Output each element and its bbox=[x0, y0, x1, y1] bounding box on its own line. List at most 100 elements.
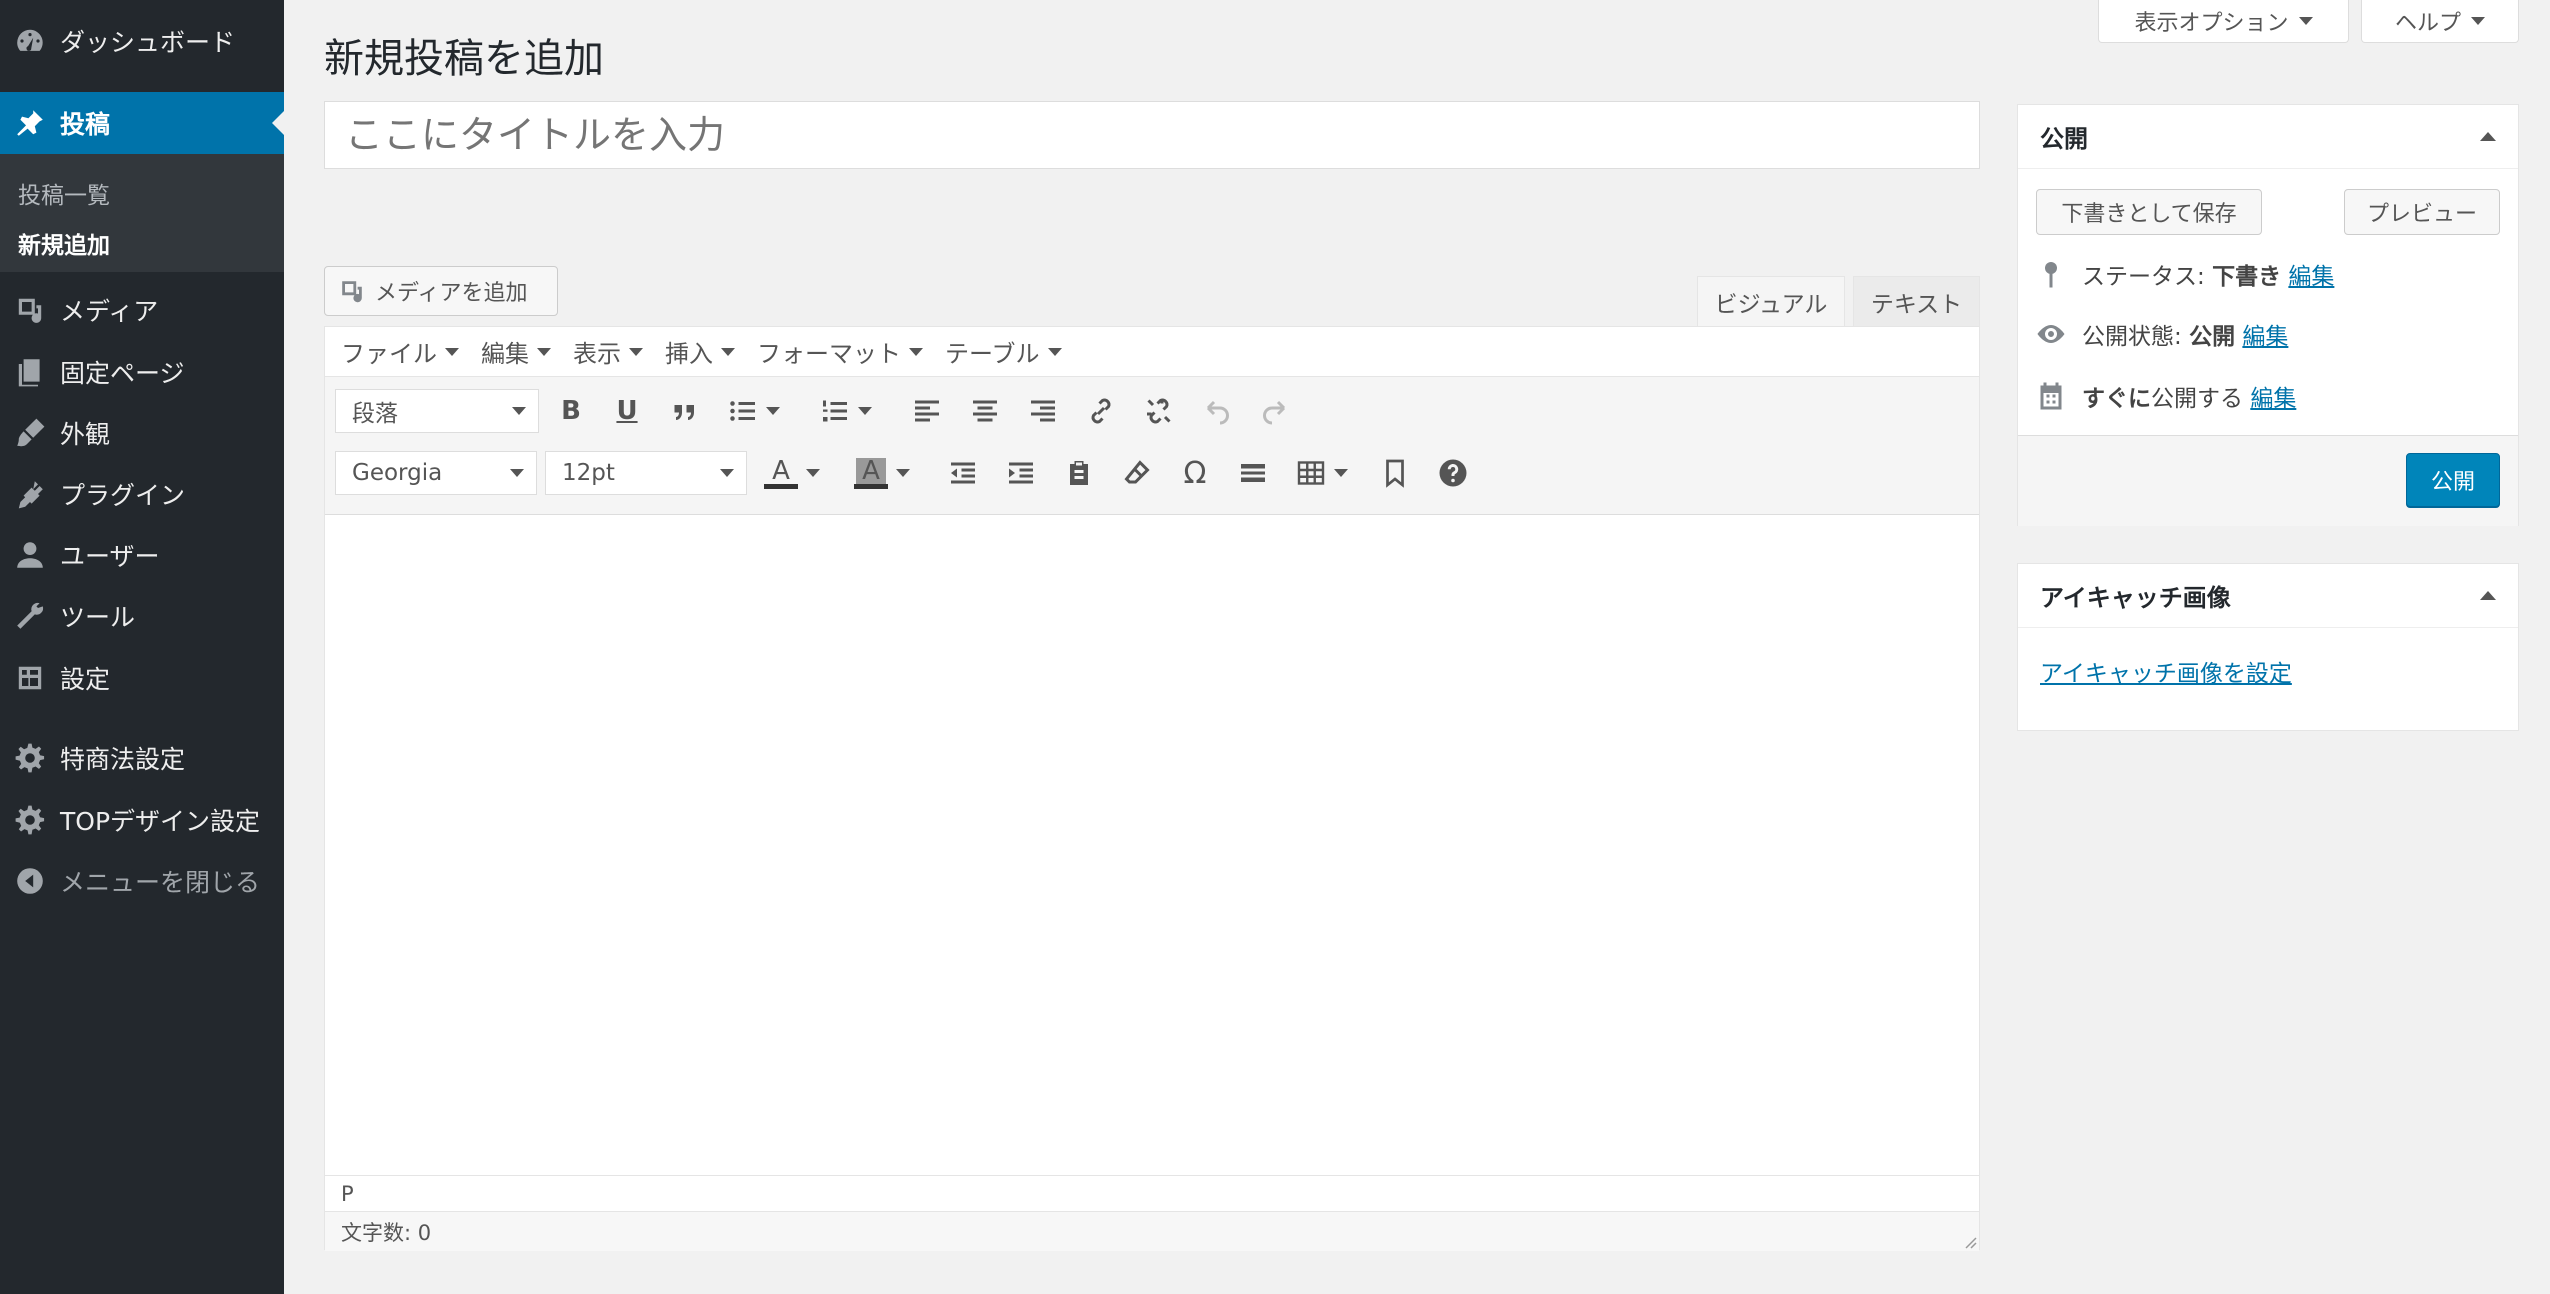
featured-image-box: アイキャッチ画像 アイキャッチ画像を設定 bbox=[2017, 563, 2519, 731]
pin-icon bbox=[2045, 262, 2057, 288]
menu-item-top-design[interactable]: TOPデザイン設定 bbox=[0, 789, 284, 851]
element-path-text[interactable]: P bbox=[341, 1182, 354, 1206]
menu-item-users[interactable]: ユーザー bbox=[0, 524, 284, 586]
publish-box: 公開 下書きとして保存 プレビュー ステータス: 下書き 編集 公開状態: 公開… bbox=[2017, 104, 2519, 526]
indent-button[interactable] bbox=[1001, 453, 1041, 493]
menu-insert[interactable]: 挿入 bbox=[665, 334, 749, 369]
remove-link-button[interactable] bbox=[1139, 391, 1179, 431]
edit-status-link[interactable]: 編集 bbox=[2288, 264, 2334, 290]
help-icon bbox=[1439, 459, 1467, 487]
pin-icon bbox=[0, 107, 60, 139]
text-color-dropdown[interactable] bbox=[805, 453, 821, 493]
collapse-toggle-icon[interactable] bbox=[2480, 591, 2496, 600]
collapse-toggle-icon[interactable] bbox=[2480, 132, 2496, 141]
horizontal-line-button[interactable] bbox=[1233, 453, 1273, 493]
read-more-button[interactable] bbox=[1375, 453, 1415, 493]
menu-item-dashboard[interactable]: ダッシュボード bbox=[0, 10, 284, 72]
add-media-label: メディアを追加 bbox=[375, 281, 528, 306]
edit-visibility-link[interactable]: 編集 bbox=[2242, 324, 2288, 350]
special-character-button[interactable]: Ω bbox=[1175, 453, 1215, 493]
align-right-button[interactable] bbox=[1023, 391, 1063, 431]
preview-label: プレビュー bbox=[2366, 202, 2477, 227]
menu-item-appearance[interactable]: 外観 bbox=[0, 402, 284, 464]
set-featured-image-link[interactable]: アイキャッチ画像を設定 bbox=[2040, 654, 2292, 688]
table-icon bbox=[1297, 461, 1325, 485]
wrench-icon bbox=[0, 600, 60, 632]
quote-icon bbox=[674, 405, 694, 420]
publish-button[interactable]: 公開 bbox=[2406, 453, 2500, 507]
insert-link-button[interactable] bbox=[1081, 391, 1121, 431]
font-family-select[interactable]: Georgia bbox=[335, 451, 537, 495]
menu-item-legal-settings[interactable]: 特商法設定 bbox=[0, 727, 284, 789]
align-center-button[interactable] bbox=[965, 391, 1005, 431]
tab-text[interactable]: テキスト bbox=[1853, 276, 1980, 326]
bullet-list-button[interactable] bbox=[723, 391, 763, 431]
gear-icon bbox=[0, 742, 60, 774]
bold-label: B bbox=[561, 396, 581, 426]
resize-handle-icon[interactable] bbox=[1961, 1233, 1977, 1249]
numbered-list-icon bbox=[823, 400, 847, 422]
menu-file[interactable]: ファイル bbox=[341, 334, 473, 369]
clear-formatting-button[interactable] bbox=[1117, 453, 1157, 493]
add-media-button[interactable]: メディアを追加 bbox=[324, 266, 558, 316]
save-draft-button[interactable]: 下書きとして保存 bbox=[2036, 189, 2262, 235]
help-button[interactable]: ヘルプ bbox=[2361, 0, 2519, 43]
word-count: 文字数: 0 bbox=[325, 1211, 1979, 1251]
submenu-all-posts[interactable]: 投稿一覧 bbox=[18, 176, 110, 210]
background-color-dropdown[interactable] bbox=[895, 453, 911, 493]
menu-format-label: フォーマット bbox=[757, 340, 901, 368]
blockquote-button[interactable] bbox=[665, 391, 705, 431]
keyboard-shortcuts-button[interactable] bbox=[1433, 453, 1473, 493]
underline-button[interactable]: U bbox=[607, 391, 647, 431]
menu-label: ユーザー bbox=[60, 542, 160, 571]
editor-content-area[interactable] bbox=[325, 515, 1979, 1175]
table-dropdown[interactable] bbox=[1333, 453, 1349, 493]
font-size-select[interactable]: 12pt bbox=[545, 451, 747, 495]
collapse-menu-button[interactable]: メニューを閉じる bbox=[0, 850, 284, 912]
align-right-icon bbox=[1031, 400, 1055, 422]
preview-button[interactable]: プレビュー bbox=[2344, 189, 2500, 235]
menu-table-label: テーブル bbox=[945, 340, 1040, 368]
format-select[interactable]: 段落 bbox=[335, 389, 539, 433]
plugin-icon bbox=[0, 478, 60, 510]
menu-format[interactable]: フォーマット bbox=[757, 334, 937, 369]
save-draft-label: 下書きとして保存 bbox=[2061, 202, 2237, 227]
menu-item-tools[interactable]: ツール bbox=[0, 585, 284, 647]
numbered-list-button[interactable] bbox=[815, 391, 855, 431]
menu-view[interactable]: 表示 bbox=[573, 334, 657, 369]
tab-text-label: テキスト bbox=[1870, 291, 1963, 318]
menu-edit[interactable]: 編集 bbox=[481, 334, 565, 369]
underline-label: U bbox=[616, 396, 638, 426]
screen-options-button[interactable]: 表示オプション bbox=[2098, 0, 2349, 43]
menu-item-plugins[interactable]: プラグイン bbox=[0, 463, 284, 525]
menu-item-pages[interactable]: 固定ページ bbox=[0, 341, 284, 403]
posts-submenu: 投稿一覧 新規追加 bbox=[0, 154, 284, 272]
menu-item-posts[interactable]: 投稿 bbox=[0, 92, 284, 154]
numbered-list-dropdown[interactable] bbox=[857, 391, 873, 431]
edit-schedule-link[interactable]: 編集 bbox=[2250, 386, 2296, 412]
redo-button[interactable] bbox=[1255, 391, 1295, 431]
table-button[interactable] bbox=[1291, 453, 1331, 493]
menu-table[interactable]: テーブル bbox=[945, 334, 1076, 369]
outdent-button[interactable] bbox=[943, 453, 983, 493]
menu-item-settings[interactable]: 設定 bbox=[0, 647, 284, 709]
background-color-button[interactable]: A bbox=[851, 453, 891, 493]
paste-text-button[interactable] bbox=[1059, 453, 1099, 493]
menu-item-media[interactable]: メディア bbox=[0, 279, 284, 341]
featured-image-header[interactable]: アイキャッチ画像 bbox=[2018, 564, 2518, 628]
word-count-text: 文字数: 0 bbox=[341, 1220, 432, 1245]
text-color-button[interactable]: A bbox=[761, 453, 801, 493]
undo-button[interactable] bbox=[1197, 391, 1237, 431]
tab-visual[interactable]: ビジュアル bbox=[1697, 276, 1845, 326]
menu-view-label: 表示 bbox=[573, 340, 621, 368]
caret-down-icon bbox=[510, 469, 524, 477]
align-left-button[interactable] bbox=[907, 391, 947, 431]
schedule-rest: 公開する bbox=[2151, 386, 2243, 412]
post-title-input[interactable] bbox=[324, 101, 1980, 169]
page-icon bbox=[0, 356, 60, 388]
bold-button[interactable]: B bbox=[551, 391, 591, 431]
help-label: ヘルプ bbox=[2394, 11, 2461, 36]
submenu-add-new[interactable]: 新規追加 bbox=[18, 226, 110, 260]
publish-box-header[interactable]: 公開 bbox=[2018, 105, 2518, 169]
bullet-list-dropdown[interactable] bbox=[765, 391, 781, 431]
